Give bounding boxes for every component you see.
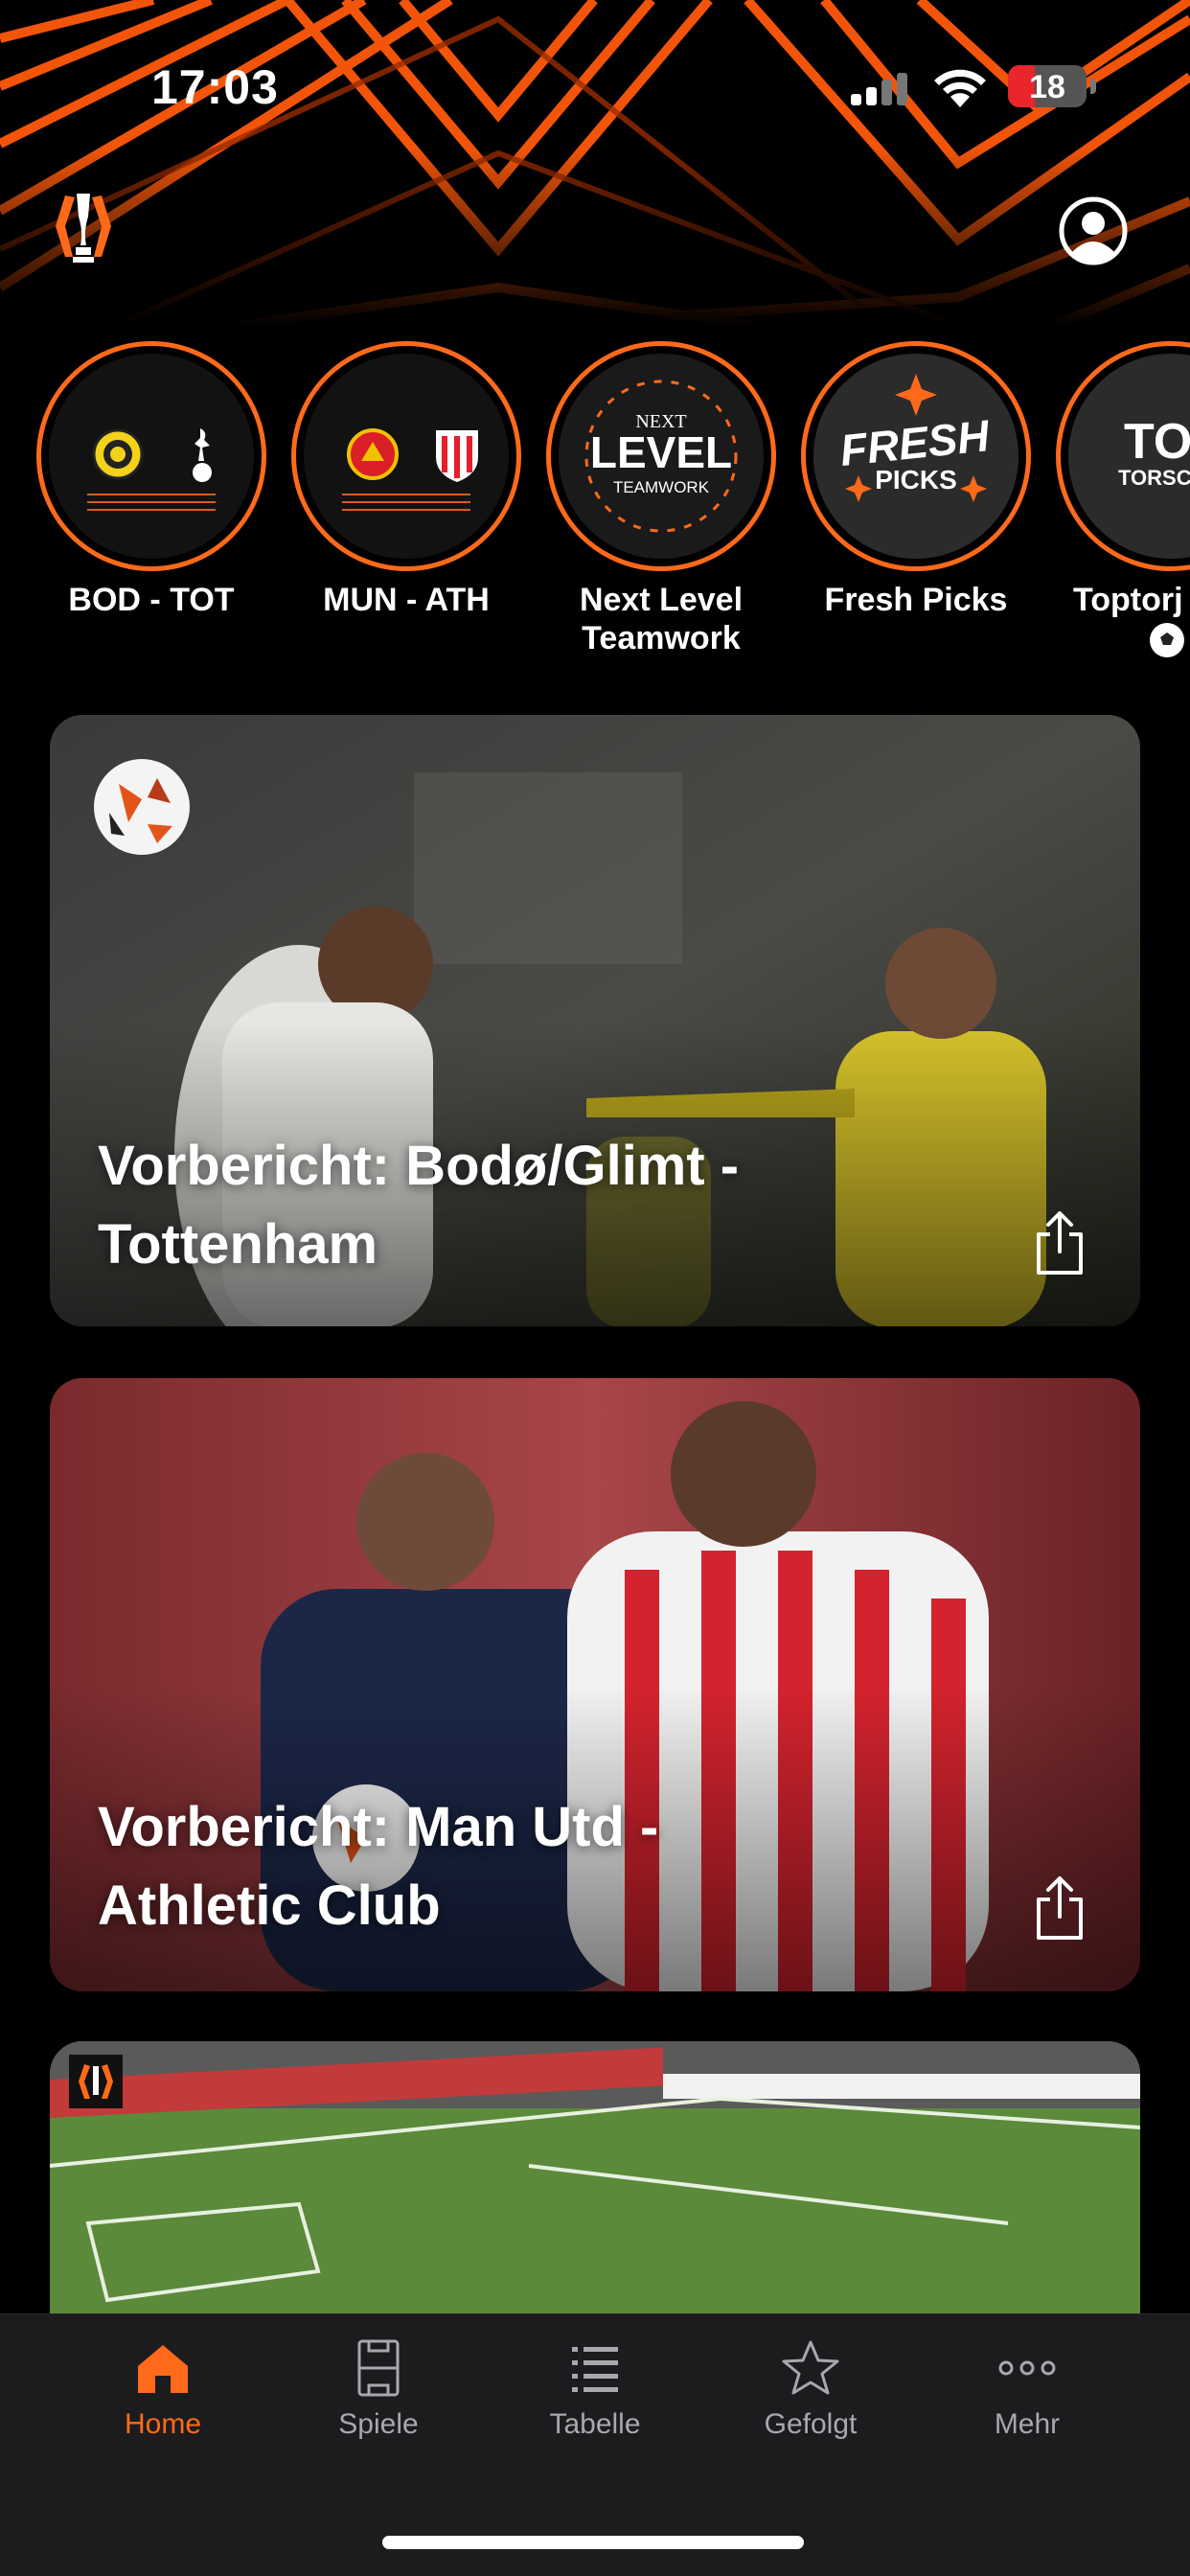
tab-label: Spiele xyxy=(338,2408,419,2440)
toptorjaeger-artwork: TO TORSCHÜ xyxy=(1118,414,1190,490)
story-label: MUN - ATH xyxy=(323,582,490,618)
story-decor-lines xyxy=(87,494,216,517)
pitch-icon xyxy=(357,2339,400,2397)
svg-text:TO: TO xyxy=(1124,414,1190,470)
story-next-level-teamwork[interactable]: NEXT LEVEL TEAMWORK Next Level Teamwork xyxy=(546,341,776,657)
tab-home[interactable]: Home xyxy=(67,2337,259,2441)
manchester-united-crest-icon xyxy=(347,428,399,480)
tab-mehr[interactable]: Mehr xyxy=(931,2337,1123,2441)
share-icon[interactable] xyxy=(1031,1874,1088,1942)
tab-gefolgt[interactable]: Gefolgt xyxy=(715,2337,906,2441)
story-thumbnail xyxy=(49,354,254,559)
story-thumbnail xyxy=(304,354,509,559)
story-label: Fresh Picks xyxy=(824,582,1008,618)
story-ring xyxy=(36,341,266,571)
story-bod-tot[interactable]: BOD - TOT xyxy=(36,341,266,619)
article-card[interactable]: Vorbericht: Man Utd - Athletic Club xyxy=(50,1378,1140,1991)
story-decor-lines xyxy=(342,494,470,517)
story-thumbnail: NEXT LEVEL TEAMWORK xyxy=(559,354,764,559)
next-level-teamwork-artwork: NEXT LEVEL TEAMWORK xyxy=(584,380,738,533)
svg-text:LEVEL: LEVEL xyxy=(590,427,732,477)
article-card[interactable]: Vorbericht: Bodø/Glimt - Tottenham xyxy=(50,715,1140,1326)
europa-league-ball-icon xyxy=(94,759,190,855)
more-icon xyxy=(998,2360,1056,2376)
list-icon xyxy=(572,2347,618,2392)
svg-text:TEAMWORK: TEAMWORK xyxy=(613,478,710,496)
uel-channel-logo-icon xyxy=(69,2055,123,2108)
cellular-signal-icon xyxy=(851,73,907,105)
tab-label: Home xyxy=(124,2408,202,2440)
svg-text:PICKS: PICKS xyxy=(875,465,957,494)
tab-label: Tabelle xyxy=(549,2408,641,2440)
user-profile-icon[interactable] xyxy=(1058,196,1129,266)
fresh-picks-artwork: FRESH PICKS xyxy=(837,374,993,502)
status-time: 17:03 xyxy=(151,60,279,114)
athletic-club-crest-icon xyxy=(436,430,478,482)
bodo-glimt-crest-icon xyxy=(92,428,144,480)
home-icon xyxy=(138,2345,188,2393)
article-photo xyxy=(50,2041,1140,2319)
tab-spiele[interactable]: Spiele xyxy=(283,2337,474,2441)
story-ring: FRESH PICKS xyxy=(801,341,1031,571)
story-fresh-picks[interactable]: FRESH PICKS Fresh Picks xyxy=(801,341,1031,619)
wifi-icon xyxy=(934,69,986,107)
story-ring: TO TORSCHÜ xyxy=(1056,341,1190,571)
star-icon xyxy=(782,2340,839,2395)
tab-label: Mehr xyxy=(994,2408,1061,2440)
home-indicator[interactable] xyxy=(382,2536,804,2549)
article-title: Vorbericht: Bodø/Glimt - Tottenham xyxy=(98,1135,740,1276)
article-title: Vorbericht: Man Utd - Athletic Club xyxy=(98,1796,659,1937)
tab-label: Gefolgt xyxy=(764,2408,858,2440)
story-label: BOD - TOT xyxy=(68,582,235,618)
europa-league-trophy-icon[interactable] xyxy=(48,188,119,268)
story-toptorjaeger[interactable]: TO TORSCHÜ Toptorj xyxy=(1056,341,1190,657)
battery-level: 18 xyxy=(1029,69,1065,105)
tab-tabelle[interactable]: Tabelle xyxy=(499,2337,691,2441)
story-label: Next Level Teamwork xyxy=(579,582,744,656)
svg-text:TORSCHÜ: TORSCHÜ xyxy=(1118,466,1190,490)
story-thumbnail: TO TORSCHÜ xyxy=(1068,354,1190,559)
story-ring xyxy=(291,341,521,571)
article-card[interactable] xyxy=(50,2041,1140,2319)
story-ring: NEXT LEVEL TEAMWORK xyxy=(546,341,776,571)
battery-tip xyxy=(1090,79,1096,94)
story-thumbnail: FRESH PICKS xyxy=(813,354,1018,559)
battery-indicator: 18 xyxy=(1008,65,1087,107)
soccer-ball-icon xyxy=(1150,623,1184,657)
status-bar: 17:03 18 xyxy=(0,0,1190,172)
tottenham-crest-icon xyxy=(193,428,212,482)
story-mun-ath[interactable]: MUN - ATH xyxy=(291,341,521,619)
stories-row[interactable]: BOD - TOT MUN - ATH NEXT LEVEL TEAMWORK … xyxy=(0,341,1190,667)
story-label: Toptorj xyxy=(1073,582,1183,618)
share-icon[interactable] xyxy=(1031,1209,1088,1276)
